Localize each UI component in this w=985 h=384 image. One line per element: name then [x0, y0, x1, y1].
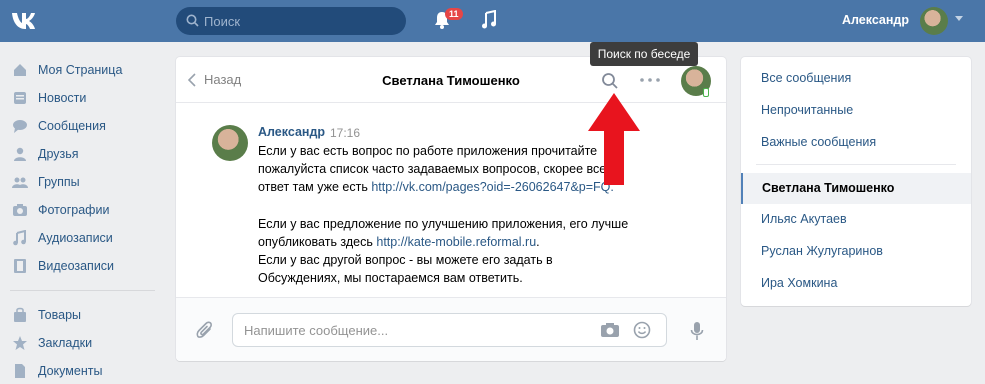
message-author[interactable]: Александр [258, 125, 325, 139]
microphone-icon[interactable] [690, 321, 704, 341]
chat-icon [13, 120, 27, 133]
sidebar-item-my-page[interactable]: Моя Страница [0, 56, 165, 84]
dialog-item-label: Светлана Тимошенко [762, 181, 895, 195]
message-line-text: опубликовать здесь [258, 234, 377, 249]
sidebar-item-label: Товары [38, 308, 81, 322]
filter-important[interactable]: Важные сообщения [761, 135, 876, 149]
vk-logo-icon[interactable] [10, 8, 44, 32]
chevron-down-icon[interactable] [955, 16, 963, 21]
sidebar-item-label: Моя Страница [38, 63, 123, 77]
person-icon [14, 147, 26, 161]
message-line: Если у вас другой вопрос - вы можете его… [258, 253, 553, 268]
divider [756, 164, 956, 165]
sidebar-item-documents[interactable]: Документы [0, 357, 165, 384]
notification-badge: 11 [445, 8, 463, 20]
dialogs-panel: Все сообщения Непрочитанные Важные сообщ… [741, 57, 971, 306]
film-icon [14, 259, 26, 273]
star-icon [13, 336, 27, 350]
filter-all-messages[interactable]: Все сообщения [761, 71, 851, 85]
search-icon [186, 14, 199, 27]
message-input[interactable]: Напишите сообщение... [232, 313, 667, 347]
more-icon[interactable] [640, 78, 660, 82]
message-line: Обсуждениях, мы постараемся вам ответить… [258, 271, 523, 286]
sidebar-item-label: Друзья [38, 147, 79, 161]
dialog-item[interactable]: Ильяс Акутаев [761, 212, 847, 226]
avatar[interactable] [920, 7, 948, 35]
message-time[interactable]: 17:16 [330, 126, 360, 140]
message-line: Если у вас предложение по улучшению прил… [258, 216, 629, 231]
compose-bar: Напишите сообщение... [176, 297, 726, 361]
sidebar-item-bookmarks[interactable]: Закладки [0, 329, 165, 357]
chat-panel: Назад Светлана Тимошенко Александр 17:16… [176, 57, 726, 361]
reformal-link-end: . [536, 234, 540, 249]
message-line-text: ответ там уже есть [258, 180, 372, 195]
sidebar-item-messages[interactable]: Сообщения [0, 112, 165, 140]
search-input[interactable]: Поиск [176, 7, 406, 35]
sidebar-item-label: Видеозаписи [38, 259, 115, 273]
camera-icon[interactable] [600, 322, 620, 338]
sidebar-item-label: Новости [38, 91, 87, 105]
sidebar-item-label: Группы [38, 175, 80, 189]
user-home-icon [14, 64, 26, 76]
sidebar-item-photos[interactable]: Фотографии [0, 196, 165, 224]
dialog-item[interactable]: Руслан Жулугаринов [761, 244, 883, 258]
sidebar-item-label: Закладки [38, 336, 93, 350]
dialog-item[interactable]: Ира Хомкина [761, 276, 837, 290]
camera-icon [13, 204, 27, 216]
tooltip: Поиск по беседе [590, 42, 698, 66]
red-arrow-icon [588, 93, 640, 185]
dialog-item-active[interactable]: Светлана Тимошенко [741, 173, 971, 204]
group-icon [12, 177, 28, 188]
news-icon [14, 92, 26, 104]
music-icon[interactable] [481, 10, 497, 30]
divider [10, 290, 155, 291]
sidebar: Моя Страница Новости Сообщения Друзья Гр… [0, 56, 165, 384]
sidebar-item-label: Аудиозаписи [38, 231, 113, 245]
faq-link[interactable]: http://vk.com/pages?oid=-26062647&p=F [371, 180, 600, 194]
sidebar-item-label: Сообщения [38, 119, 106, 133]
filter-unread[interactable]: Непрочитанные [761, 103, 853, 117]
smile-icon[interactable] [633, 321, 651, 339]
music-icon [13, 230, 26, 246]
sidebar-item-groups[interactable]: Группы [0, 168, 165, 196]
sidebar-item-audio[interactable]: Аудиозаписи [0, 224, 165, 252]
sidebar-item-goods[interactable]: Товары [0, 301, 165, 329]
reformal-link[interactable]: http://kate-mobile.reformal.ru [376, 235, 536, 249]
message-input-placeholder: Напишите сообщение... [244, 323, 389, 338]
document-icon [15, 364, 25, 378]
sidebar-item-label: Документы [38, 364, 103, 378]
search-icon[interactable] [601, 72, 619, 90]
sidebar-item-video[interactable]: Видеозаписи [0, 252, 165, 280]
avatar[interactable] [212, 125, 248, 161]
top-bar: Поиск 11 Александр [0, 0, 985, 42]
online-mobile-icon [703, 88, 709, 97]
chat-title-text: Светлана Тимошенко [382, 73, 520, 88]
message-line: опубликовать здесь http://kate-mobile.re… [258, 233, 678, 251]
sidebar-item-label: Фотографии [38, 203, 110, 217]
search-placeholder: Поиск [204, 14, 241, 29]
sidebar-item-friends[interactable]: Друзья [0, 140, 165, 168]
sidebar-item-news[interactable]: Новости [0, 84, 165, 112]
paperclip-icon[interactable] [196, 320, 214, 340]
bag-icon [14, 307, 26, 322]
user-name[interactable]: Александр [842, 13, 909, 27]
